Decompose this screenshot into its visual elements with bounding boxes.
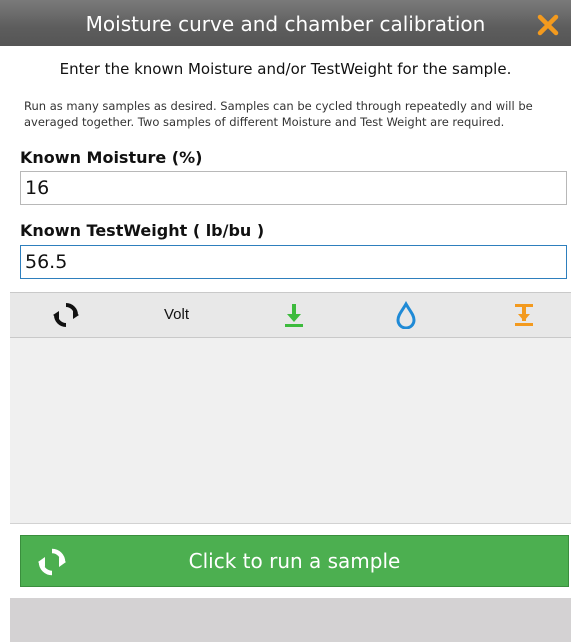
moisture-label: Known Moisture (%) — [20, 148, 203, 167]
footer-bar — [10, 598, 571, 642]
run-sample-label: Click to run a sample — [188, 549, 401, 573]
run-sample-button[interactable]: Click to run a sample — [20, 535, 569, 587]
results-area — [10, 338, 571, 524]
calibrate-icon[interactable] — [510, 301, 538, 329]
testweight-input[interactable] — [20, 245, 567, 279]
cycle-icon[interactable] — [52, 301, 80, 329]
download-icon[interactable] — [280, 301, 308, 329]
volt-label[interactable]: Volt — [164, 306, 189, 323]
instruction-text: Enter the known Moisture and/or TestWeig… — [59, 60, 512, 78]
help-note: Run as many samples as desired. Samples … — [24, 99, 533, 129]
dialog-title: Moisture curve and chamber calibration — [85, 12, 486, 36]
close-icon[interactable] — [535, 12, 561, 38]
calibration-dialog: Moisture curve and chamber calibration E… — [0, 0, 571, 642]
moisture-input[interactable] — [20, 171, 567, 205]
title-bar: Moisture curve and chamber calibration — [0, 0, 571, 46]
water-drop-icon[interactable] — [394, 300, 418, 330]
testweight-label: Known TestWeight ( lb/bu ) — [20, 221, 265, 240]
toolbar: Volt — [10, 292, 571, 338]
